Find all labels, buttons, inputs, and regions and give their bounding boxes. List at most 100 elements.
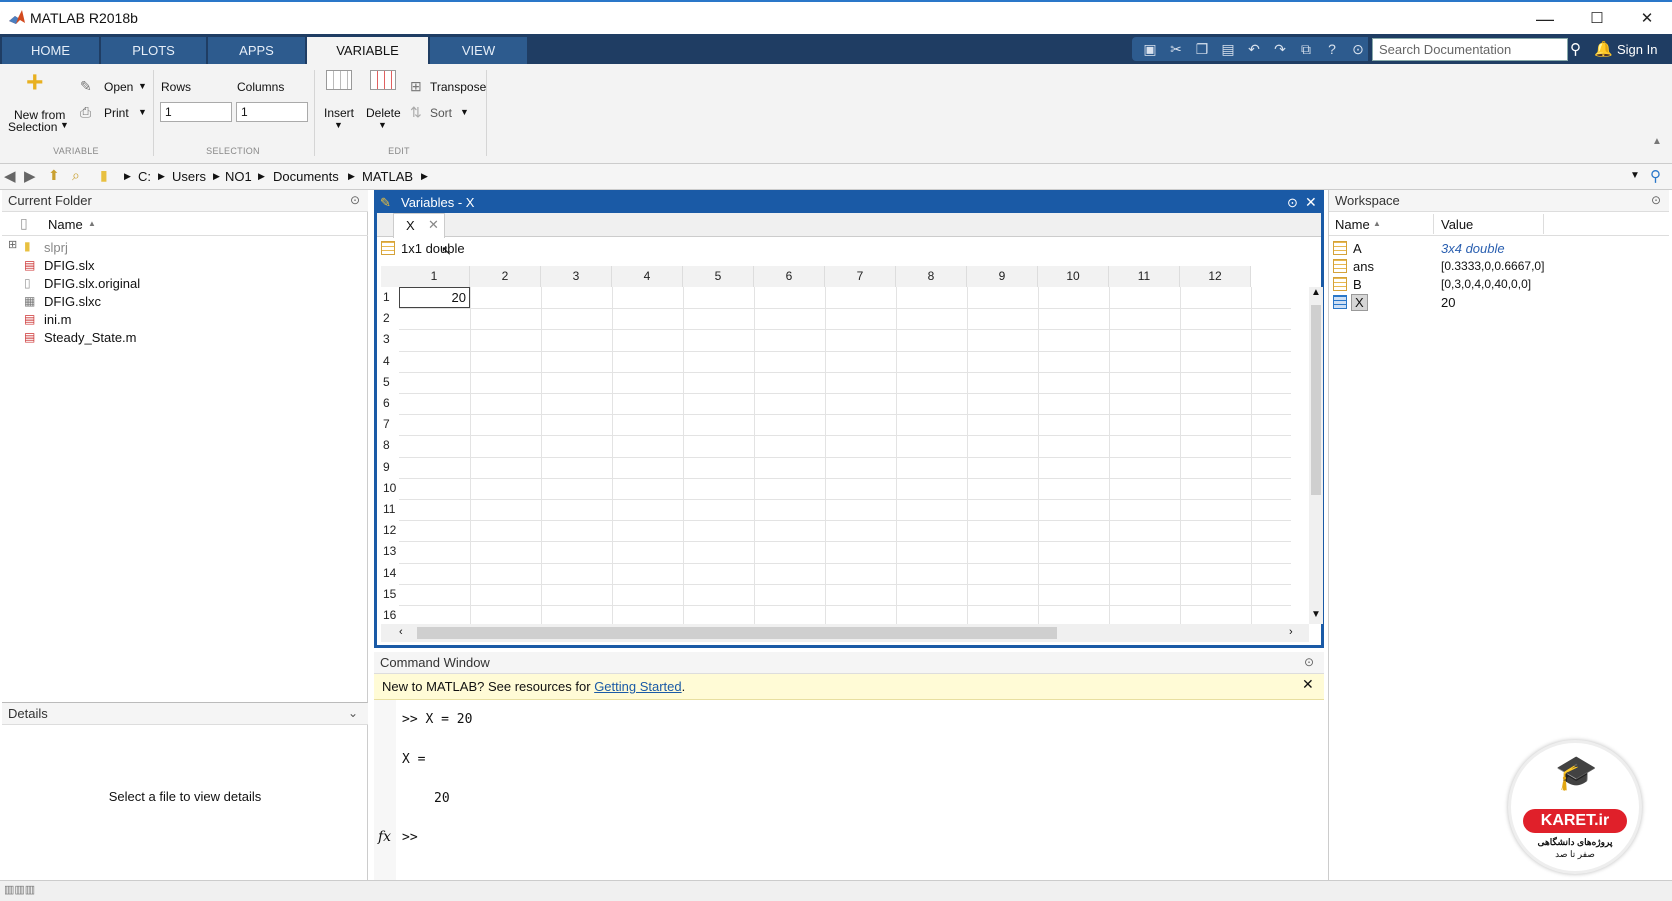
row-header[interactable]: 4	[381, 351, 399, 373]
row-header[interactable]: 1	[381, 287, 399, 309]
tab-view[interactable]: VIEW	[430, 37, 528, 64]
column-header[interactable]: 10	[1038, 266, 1109, 287]
column-header[interactable]: 1	[399, 266, 470, 287]
collapse-ribbon-icon[interactable]: ▲	[1652, 136, 1662, 147]
back-icon[interactable]: ◀	[4, 167, 16, 185]
file-item-dfig-slxc[interactable]: DFIG.slxc	[44, 294, 101, 312]
up-folder-icon[interactable]: ⬆	[48, 167, 60, 184]
row-header[interactable]: 15	[381, 584, 399, 606]
scroll-down-icon[interactable]: ▼	[1311, 609, 1321, 620]
variable-grid[interactable]: 1 2 3 4 5 6 7 8 9 10 11 12 1 2 3 4 5 6 7 8 9 10 11 12 13 14 15 16 20	[381, 266, 1309, 628]
horizontal-scrollbar[interactable]: ‹ ›	[381, 624, 1309, 642]
insert-button[interactable]: Insert ▼	[320, 66, 360, 142]
close-panel-icon[interactable]: ✕	[1305, 194, 1317, 211]
copy-icon[interactable]: ❐	[1192, 40, 1212, 58]
column-header[interactable]: 2	[470, 266, 541, 287]
row-header[interactable]: 7	[381, 414, 399, 436]
column-header[interactable]: 9	[967, 266, 1038, 287]
scrollbar-thumb[interactable]	[1311, 305, 1321, 495]
transpose-button[interactable]: ⊞ Transpose	[410, 78, 486, 98]
close-window-button[interactable]: ✕	[1622, 6, 1672, 32]
row-header[interactable]: 2	[381, 308, 399, 330]
paste-icon[interactable]: ▤	[1218, 40, 1238, 58]
search-folder-icon[interactable]: ⚲	[1650, 167, 1661, 185]
row-header[interactable]: 12	[381, 520, 399, 542]
print-button[interactable]: ⎙ Print ▼	[80, 104, 150, 124]
sign-in-link[interactable]: Sign In	[1617, 42, 1657, 57]
file-item-dfig-original[interactable]: DFIG.slx.original	[44, 276, 140, 294]
column-header[interactable]: 7	[825, 266, 896, 287]
breadcrumb-c[interactable]: C:	[138, 169, 151, 184]
ws-name-column[interactable]: Name	[1335, 217, 1370, 232]
sort-button[interactable]: ⇅ Sort ▼	[410, 104, 486, 124]
workspace-row[interactable]: B [0,3,0,4,0,40,0,0]	[1329, 276, 1665, 294]
vertical-scrollbar[interactable]: ▲ ▼	[1309, 287, 1323, 624]
cut-icon[interactable]: ✂	[1166, 40, 1186, 58]
undo-icon[interactable]: ↶	[1244, 40, 1264, 58]
row-header[interactable]: 14	[381, 563, 399, 585]
scroll-right-icon[interactable]: ›	[1289, 626, 1293, 638]
file-item-ini-m[interactable]: ini.m	[44, 312, 71, 330]
new-from-selection-button[interactable]: + New from Selection ▼	[6, 66, 76, 138]
ws-value-column[interactable]: Value	[1441, 217, 1473, 232]
browse-folder-icon[interactable]: ⌕	[72, 167, 80, 184]
address-dropdown-icon[interactable]: ▼	[1630, 170, 1640, 181]
breadcrumb-matlab[interactable]: MATLAB	[362, 169, 413, 184]
scroll-left-icon[interactable]: ‹	[399, 626, 403, 638]
breadcrumb-documents[interactable]: Documents	[273, 169, 339, 184]
row-header[interactable]: 9	[381, 457, 399, 479]
workspace-row[interactable]: A 3x4 double	[1329, 240, 1665, 258]
row-header[interactable]: 3	[381, 329, 399, 351]
column-header[interactable]: 11	[1109, 266, 1180, 287]
breadcrumb-users[interactable]: Users	[172, 169, 206, 184]
column-header[interactable]: 6	[754, 266, 825, 287]
panel-menu-icon[interactable]: ⊙	[1304, 655, 1314, 669]
close-tab-icon[interactable]: ✕	[428, 217, 439, 233]
options-icon[interactable]: ⊙	[1348, 40, 1368, 58]
panel-menu-icon[interactable]: ⊙	[1287, 195, 1298, 211]
switch-windows-icon[interactable]: ⧉	[1296, 40, 1316, 58]
search-icon[interactable]: ⚲	[1570, 40, 1581, 58]
redo-icon[interactable]: ↷	[1270, 40, 1290, 58]
panel-menu-icon[interactable]: ⊙	[350, 193, 360, 207]
save-icon[interactable]: ▣	[1140, 40, 1160, 58]
rows-input[interactable]: 1	[160, 102, 232, 122]
column-header[interactable]: 12	[1180, 266, 1251, 287]
column-header[interactable]: 3	[541, 266, 612, 287]
tab-apps[interactable]: APPS	[208, 37, 306, 64]
row-header[interactable]: 10	[381, 478, 399, 500]
columns-input[interactable]: 1	[236, 102, 308, 122]
tab-home[interactable]: HOME	[2, 37, 100, 64]
maximize-button[interactable]: ☐	[1572, 6, 1622, 32]
breadcrumb-no1[interactable]: NO1	[225, 169, 252, 184]
name-column-label[interactable]: Name	[48, 217, 83, 232]
column-header[interactable]: 5	[683, 266, 754, 287]
search-documentation-input[interactable]: Search Documentation	[1372, 38, 1568, 61]
row-header[interactable]: 13	[381, 541, 399, 563]
function-browser-icon[interactable]: fx	[378, 829, 391, 845]
forward-icon[interactable]: ▶	[24, 167, 36, 185]
getting-started-link[interactable]: Getting Started	[594, 679, 681, 694]
variable-tab-x[interactable]: X ✕	[393, 213, 445, 238]
row-header[interactable]: 5	[381, 372, 399, 394]
expand-icon[interactable]: ⊞	[8, 238, 17, 251]
chevron-down-icon[interactable]: ⌄	[348, 706, 358, 720]
open-button[interactable]: ✎ Open ▼	[80, 78, 150, 98]
cell-1-1[interactable]: 20	[399, 287, 470, 309]
workspace-row-selected[interactable]: X 20	[1329, 294, 1665, 312]
scrollbar-thumb[interactable]	[417, 627, 1057, 639]
scroll-up-icon[interactable]: ▲	[1311, 287, 1321, 298]
file-item-dfig-slx[interactable]: DFIG.slx	[44, 258, 95, 276]
row-header[interactable]: 8	[381, 435, 399, 457]
close-banner-icon[interactable]: ✕	[1302, 676, 1314, 693]
workspace-row[interactable]: ans [0.3333,0,0.6667,0]	[1329, 258, 1665, 276]
column-header[interactable]: 4	[612, 266, 683, 287]
help-icon[interactable]: ?	[1322, 40, 1342, 58]
file-item-slprj[interactable]: slprj	[44, 240, 68, 258]
panel-menu-icon[interactable]: ⊙	[1651, 193, 1661, 207]
minimize-button[interactable]: —	[1520, 6, 1570, 32]
file-item-steady-state-m[interactable]: Steady_State.m	[44, 330, 137, 348]
tab-plots[interactable]: PLOTS	[101, 37, 207, 64]
column-header[interactable]: 8	[896, 266, 967, 287]
command-prompt[interactable]: >>	[402, 830, 418, 845]
